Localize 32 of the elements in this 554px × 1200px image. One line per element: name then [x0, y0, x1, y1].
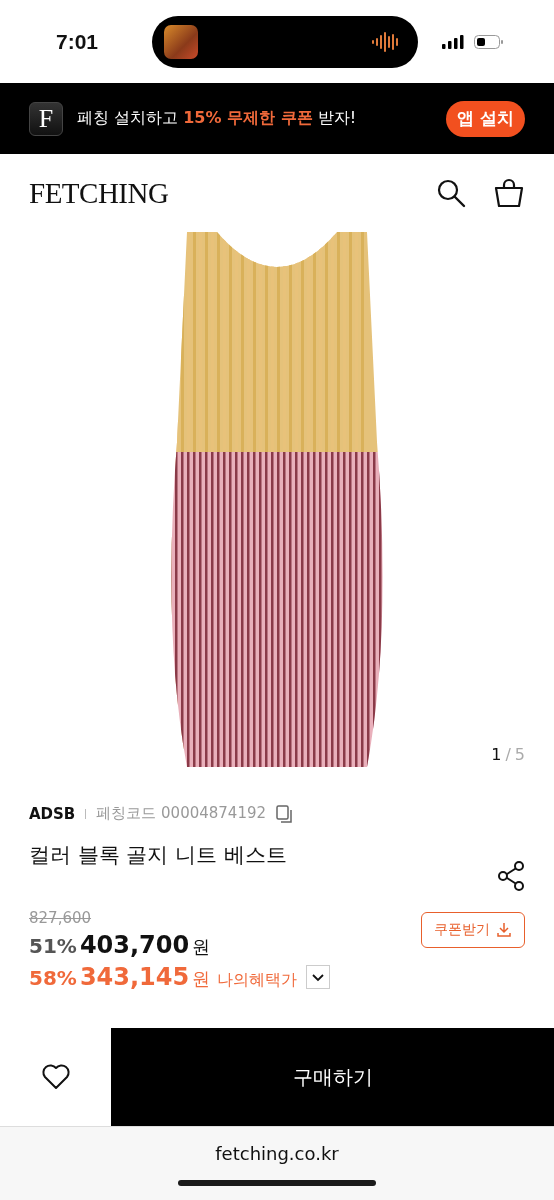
- copy-icon[interactable]: [276, 804, 295, 823]
- share-icon[interactable]: [497, 861, 525, 891]
- site-logo[interactable]: FETCHING: [29, 176, 169, 210]
- currency-unit: 원: [192, 935, 211, 959]
- install-app-button[interactable]: 앱 설치: [446, 100, 525, 137]
- caret-icon: [311, 972, 326, 982]
- coupon-download-button[interactable]: 쿠폰받기: [421, 912, 525, 948]
- brand-name[interactable]: ADSB: [29, 804, 76, 823]
- product-code: 페칭코드 00004874192: [96, 804, 267, 823]
- download-icon: [496, 922, 512, 938]
- status-time: 7:01: [56, 29, 99, 54]
- heart-icon: [40, 1063, 71, 1091]
- battery-icon: [474, 34, 504, 49]
- sale-price: 403,700: [79, 931, 190, 959]
- benefit-price-label: 나의혜택가: [217, 970, 298, 991]
- waveform-icon: [372, 30, 400, 53]
- album-art-thumbnail: [164, 24, 198, 59]
- buy-button[interactable]: 구매하기: [111, 1028, 554, 1126]
- benefit-price: 343,145: [79, 963, 190, 991]
- url-text[interactable]: fetching.co.kr: [215, 1143, 339, 1164]
- benefit-discount-rate: 58%: [29, 966, 77, 990]
- banner-message: 페칭 설치하고 15% 무제한 쿠폰 받자!: [77, 108, 358, 129]
- currency-unit: 원: [192, 967, 211, 991]
- app-logo-icon: F: [29, 101, 63, 136]
- expand-toggle[interactable]: [306, 965, 331, 989]
- product-name: 컬러 블록 골지 니트 베스트: [29, 842, 287, 869]
- signal-icon: [442, 34, 464, 49]
- shopping-bag-icon[interactable]: [494, 178, 524, 208]
- original-price: 827,600: [29, 909, 93, 927]
- search-icon[interactable]: [436, 178, 466, 208]
- discount-rate: 51%: [29, 934, 77, 958]
- image-counter: 1 / 5: [491, 745, 525, 764]
